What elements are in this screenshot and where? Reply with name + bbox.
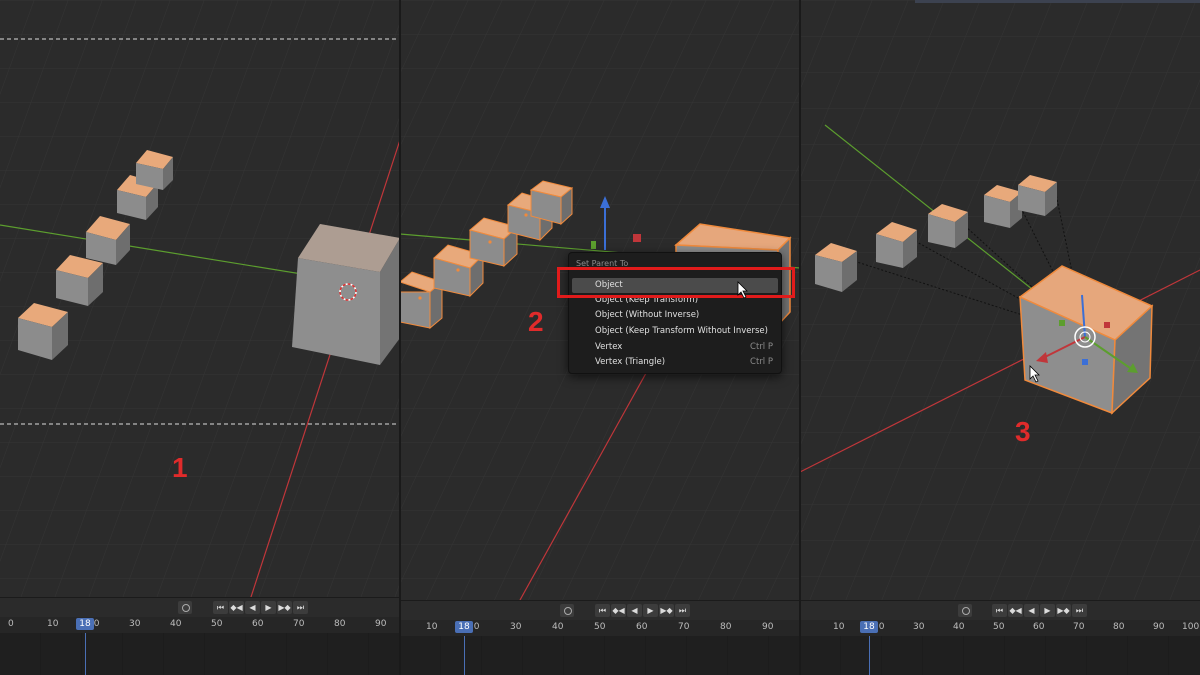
play-reverse-button[interactable]: ◀ bbox=[1024, 604, 1039, 617]
panel-divider bbox=[399, 0, 401, 675]
frame-tick: 0 bbox=[8, 619, 14, 629]
menu-item-vertex[interactable]: Vertex Ctrl P bbox=[569, 340, 781, 355]
cube-child-5[interactable] bbox=[1018, 175, 1057, 216]
playback-bar: ⏮ ◆◀ ◀ ▶ ▶◆ ⏭ bbox=[400, 600, 800, 621]
frame-tick: 80 bbox=[334, 619, 346, 629]
play-reverse-button[interactable]: ◀ bbox=[627, 604, 642, 617]
frame-tick: 10 bbox=[426, 622, 438, 632]
cube-small-1[interactable] bbox=[18, 303, 68, 360]
record-button[interactable] bbox=[178, 601, 192, 614]
play-button[interactable]: ▶ bbox=[1040, 604, 1055, 617]
timeline-tracks[interactable] bbox=[400, 636, 800, 675]
frame-ruler[interactable]: 10 20 30 40 50 60 70 80 90 100 18 bbox=[800, 620, 1200, 636]
timeline-panel-3[interactable]: ⏮ ◆◀ ◀ ▶ ▶◆ ⏭ 10 20 30 40 50 60 70 80 90… bbox=[800, 600, 1200, 675]
frame-ruler[interactable]: 0 10 20 30 40 50 60 70 80 90 18 bbox=[0, 617, 400, 633]
record-button[interactable] bbox=[958, 604, 972, 617]
jump-start-button[interactable]: ⏮ bbox=[213, 601, 228, 614]
playhead-line bbox=[869, 636, 870, 675]
cube-large[interactable] bbox=[292, 224, 400, 365]
gizmo-plane-handle-icon[interactable] bbox=[633, 234, 641, 242]
timeline-tracks[interactable] bbox=[0, 633, 400, 675]
frame-tick: 70 bbox=[678, 622, 690, 632]
frame-tick: 10 bbox=[47, 619, 59, 629]
play-button[interactable]: ▶ bbox=[643, 604, 658, 617]
gizmo-plane-handle-green-icon[interactable] bbox=[591, 241, 596, 249]
timeline-panel-2[interactable]: ⏮ ◆◀ ◀ ▶ ▶◆ ⏭ 10 20 30 40 50 60 70 80 90… bbox=[400, 600, 800, 675]
jump-end-button[interactable]: ⏭ bbox=[675, 604, 690, 617]
playhead-line bbox=[85, 633, 86, 675]
frame-tick: 100 bbox=[1182, 622, 1200, 632]
jump-start-button[interactable]: ⏮ bbox=[595, 604, 610, 617]
playback-bar: ⏮ ◆◀ ◀ ▶ ▶◆ ⏭ bbox=[800, 600, 1200, 621]
step-number-1: 1 bbox=[172, 452, 188, 483]
viewport-3-scene[interactable] bbox=[800, 0, 1200, 600]
cube-child-1[interactable] bbox=[815, 243, 857, 292]
frame-tick: 90 bbox=[375, 619, 387, 629]
panel-divider bbox=[799, 0, 801, 675]
viewport-1-scene[interactable] bbox=[0, 0, 400, 600]
frame-tick: 40 bbox=[170, 619, 182, 629]
cube-selected-5[interactable] bbox=[529, 180, 574, 226]
cube-small-2[interactable] bbox=[56, 255, 103, 306]
highlight-annotation-box bbox=[557, 267, 795, 298]
menu-item-object-keep-transform-without-inverse[interactable]: Object (Keep Transform Without Inverse) bbox=[569, 324, 781, 339]
frame-tick: 30 bbox=[510, 622, 522, 632]
frame-tick: 90 bbox=[762, 622, 774, 632]
frame-tick: 30 bbox=[913, 622, 925, 632]
menu-item-object-without-inverse[interactable]: Object (Without Inverse) bbox=[569, 308, 781, 323]
frame-tick: 50 bbox=[211, 619, 223, 629]
step-number-2: 2 bbox=[528, 306, 544, 337]
menu-item-vertex-triangle[interactable]: Vertex (Triangle) Ctrl P bbox=[569, 355, 781, 370]
cube-child-3[interactable] bbox=[928, 204, 968, 248]
prev-keyframe-button[interactable]: ◆◀ bbox=[1008, 604, 1023, 617]
frame-tick: 50 bbox=[993, 622, 1005, 632]
current-frame-indicator[interactable]: 18 bbox=[860, 621, 878, 633]
step-number-3: 3 bbox=[1015, 416, 1031, 447]
frame-tick: 80 bbox=[720, 622, 732, 632]
frame-tick: 10 bbox=[833, 622, 845, 632]
timeline-tracks[interactable] bbox=[800, 636, 1200, 675]
play-button[interactable]: ▶ bbox=[261, 601, 276, 614]
current-frame-indicator[interactable]: 18 bbox=[455, 621, 473, 633]
record-button[interactable] bbox=[560, 604, 574, 617]
frame-tick: 60 bbox=[252, 619, 264, 629]
frame-tick: 60 bbox=[636, 622, 648, 632]
frame-tick: 70 bbox=[1073, 622, 1085, 632]
next-keyframe-button[interactable]: ▶◆ bbox=[277, 601, 292, 614]
jump-end-button[interactable]: ⏭ bbox=[293, 601, 308, 614]
frame-tick: 40 bbox=[552, 622, 564, 632]
timeline-panel-1[interactable]: ⏮ ◆◀ ◀ ▶ ▶◆ ⏭ 0 10 20 30 40 50 60 70 80 … bbox=[0, 597, 400, 675]
frame-tick: 50 bbox=[594, 622, 606, 632]
prev-keyframe-button[interactable]: ◆◀ bbox=[611, 604, 626, 617]
frame-tick: 80 bbox=[1113, 622, 1125, 632]
jump-end-button[interactable]: ⏭ bbox=[1072, 604, 1087, 617]
viewport-panel-1[interactable]: 1 ⏮ ◆◀ ◀ ▶ ▶◆ ⏭ 0 10 20 30 40 50 60 70 8… bbox=[0, 0, 400, 675]
playback-bar: ⏮ ◆◀ ◀ ▶ ▶◆ ⏭ bbox=[0, 597, 400, 618]
frame-tick: 70 bbox=[293, 619, 305, 629]
jump-start-button[interactable]: ⏮ bbox=[992, 604, 1007, 617]
play-reverse-button[interactable]: ◀ bbox=[245, 601, 260, 614]
next-keyframe-button[interactable]: ▶◆ bbox=[1056, 604, 1071, 617]
next-keyframe-button[interactable]: ▶◆ bbox=[659, 604, 674, 617]
frame-tick: 60 bbox=[1033, 622, 1045, 632]
viewport-panel-3[interactable]: 3 ⏮ ◆◀ ◀ ▶ ▶◆ ⏭ 10 20 30 40 50 60 70 80 … bbox=[800, 0, 1200, 675]
playhead-line bbox=[464, 636, 465, 675]
prev-keyframe-button[interactable]: ◆◀ bbox=[229, 601, 244, 614]
frame-tick: 40 bbox=[953, 622, 965, 632]
frame-ruler[interactable]: 10 20 30 40 50 60 70 80 90 18 bbox=[400, 620, 800, 636]
frame-tick: 30 bbox=[129, 619, 141, 629]
cube-child-4[interactable] bbox=[984, 185, 1022, 228]
frame-tick: 90 bbox=[1153, 622, 1165, 632]
current-frame-indicator[interactable]: 18 bbox=[76, 618, 94, 630]
mouse-pointer-icon bbox=[737, 281, 748, 299]
